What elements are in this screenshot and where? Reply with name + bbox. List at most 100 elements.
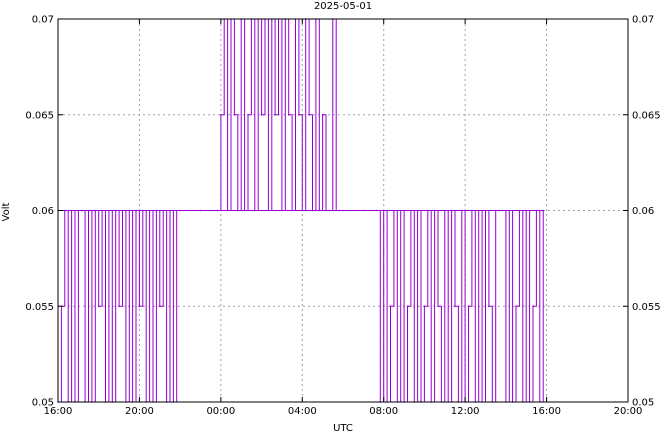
data-point	[410, 209, 412, 212]
y-tick-label-left: 0.07	[32, 15, 54, 26]
data-point	[114, 209, 117, 212]
data-point	[81, 209, 83, 212]
data-point	[399, 209, 402, 212]
data-point	[260, 114, 263, 116]
data-point	[416, 209, 419, 212]
data-point	[274, 114, 276, 116]
data-point	[389, 305, 392, 308]
x-tick-label: 00:00	[206, 406, 235, 417]
data-point	[393, 209, 395, 212]
data-point	[77, 209, 80, 212]
data-point	[406, 305, 409, 308]
data-point	[138, 305, 141, 308]
data-point	[423, 305, 426, 308]
y-tick-label-right: 0.07	[632, 15, 654, 26]
data-point	[325, 209, 327, 212]
data-point	[498, 209, 500, 212]
data-point	[338, 209, 341, 212]
data-point	[243, 209, 246, 212]
data-point	[542, 209, 544, 212]
series-layer	[57, 18, 544, 403]
data-point	[328, 209, 331, 212]
data-point	[433, 209, 436, 212]
x-tick-label: 20:00	[125, 406, 154, 417]
data-point	[287, 114, 290, 116]
data-point	[454, 305, 456, 308]
data-point	[159, 305, 161, 308]
data-point	[535, 209, 538, 212]
data-point	[467, 305, 470, 308]
data-point	[118, 305, 120, 308]
y-tick-label-right: 0.065	[632, 110, 661, 121]
data-point	[461, 209, 463, 212]
data-point	[532, 305, 534, 308]
y-tick-label-right: 0.05	[632, 398, 654, 409]
data-point	[362, 209, 365, 212]
data-point	[477, 209, 480, 212]
y-tick-label-left: 0.06	[32, 206, 54, 217]
data-point	[226, 209, 229, 212]
data-point	[199, 209, 202, 212]
data-point	[101, 209, 103, 212]
x-tick-label: 08:00	[369, 406, 398, 417]
data-point	[311, 209, 314, 212]
data-point	[335, 209, 338, 212]
x-axis-label: UTC	[333, 423, 353, 432]
data-point	[142, 209, 144, 212]
data-point	[247, 114, 249, 116]
data-point	[298, 114, 300, 116]
data-point	[87, 209, 90, 212]
data-point	[291, 209, 293, 212]
data-point	[220, 114, 222, 116]
data-point	[382, 209, 385, 212]
x-tick-label: 12:00	[451, 406, 480, 417]
data-point	[376, 209, 378, 212]
data-point	[471, 209, 473, 212]
x-tick-label: 16:00	[532, 406, 561, 417]
data-point	[281, 209, 283, 212]
data-point	[318, 209, 321, 212]
data-point	[135, 209, 137, 212]
data-point	[254, 209, 256, 212]
data-point	[308, 114, 310, 116]
data-point	[267, 209, 270, 212]
data-point	[237, 209, 239, 212]
axis-ticks: 16:00 20:00 00:00 04:00 08:00 12:00 16:00 20:00…	[25, 15, 660, 418]
data-point	[501, 209, 504, 212]
data-point	[437, 305, 439, 308]
data-point	[94, 209, 97, 212]
y-tick-label-right: 0.055	[632, 302, 661, 313]
data-point	[525, 209, 527, 212]
data-point	[494, 209, 497, 212]
y-tick-label-left: 0.05	[32, 398, 54, 409]
data-point	[518, 209, 521, 212]
y-tick-label-left: 0.055	[25, 302, 54, 313]
chart-svg: 16:00 20:00 00:00 04:00 08:00 12:00 16:00 20:00…	[1, 1, 661, 432]
data-point	[321, 114, 324, 116]
data-point	[233, 114, 236, 116]
x-tick-label: 04:00	[288, 406, 317, 417]
data-point	[488, 305, 490, 308]
data-point	[70, 209, 73, 212]
data-point	[108, 209, 110, 212]
data-point	[427, 209, 429, 212]
data-point	[216, 209, 219, 212]
data-point	[508, 209, 511, 212]
data-point	[97, 305, 100, 308]
data-point	[175, 209, 178, 212]
y-tick-label-left: 0.065	[25, 110, 54, 121]
data-point	[148, 209, 151, 212]
series-line	[57, 18, 544, 403]
data-point	[162, 209, 164, 212]
data-point	[128, 209, 131, 212]
data-point	[515, 305, 517, 308]
data-point	[450, 209, 453, 212]
y-tick-label-right: 0.06	[632, 206, 654, 217]
data-point	[301, 209, 304, 212]
data-point	[444, 209, 446, 212]
chart-title: 2025-05-01	[314, 1, 372, 12]
data-point	[179, 209, 181, 212]
data-point	[155, 209, 158, 212]
data-point	[169, 209, 171, 212]
data-point	[121, 209, 124, 212]
